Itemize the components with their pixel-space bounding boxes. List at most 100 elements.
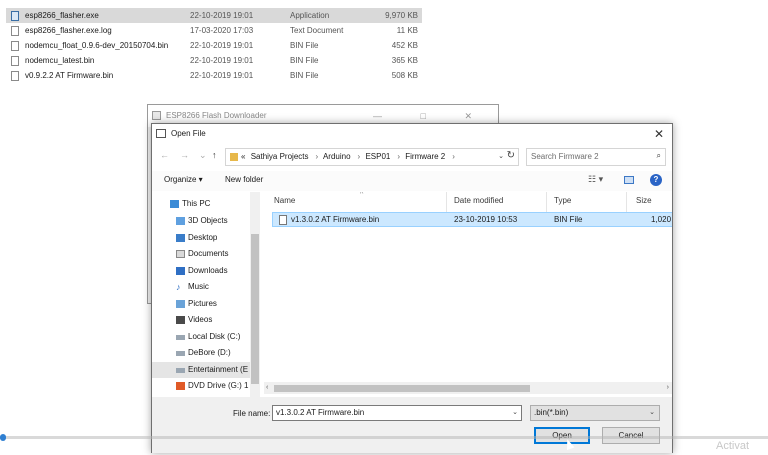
sidebar-item-local-disk[interactable]: Local Disk (C:) bbox=[152, 329, 250, 345]
file-type: Application bbox=[290, 11, 330, 20]
chevron-down-icon[interactable]: ⌄ bbox=[199, 150, 207, 161]
file-row[interactable]: v0.9.2.2 AT Firmware.bin 22-10-2019 19:0… bbox=[6, 68, 422, 83]
text-file-icon bbox=[11, 26, 19, 36]
file-icon bbox=[11, 71, 19, 81]
downloads-icon bbox=[176, 267, 185, 275]
column-header-name[interactable]: Name bbox=[274, 192, 295, 212]
command-bar: Organize ▾ New folder ☷ ▾ ? bbox=[152, 171, 672, 191]
chevron-down-icon[interactable]: ⌄ bbox=[649, 406, 655, 420]
sidebar-item-dvd-drive[interactable]: DVD Drive (G:) 1 bbox=[152, 378, 250, 394]
column-divider[interactable] bbox=[626, 192, 627, 212]
app-icon bbox=[11, 11, 19, 21]
pc-icon bbox=[170, 200, 179, 208]
file-type: Text Document bbox=[290, 26, 344, 35]
scroll-right-icon[interactable]: › bbox=[667, 382, 669, 394]
refresh-icon[interactable]: ↻ bbox=[507, 150, 515, 161]
search-input[interactable]: Search Firmware 2 ⌕ bbox=[526, 148, 666, 166]
flasher-title: ESP8266 Flash Downloader bbox=[166, 111, 267, 120]
file-list: Name ^ Date modified Type Size v1.3.0.2 … bbox=[264, 192, 672, 397]
sidebar-item-pictures[interactable]: Pictures bbox=[152, 296, 250, 312]
help-icon[interactable]: ? bbox=[650, 174, 662, 186]
file-row[interactable]: esp8266_flasher.exe 22-10-2019 19:01 App… bbox=[6, 8, 422, 23]
sidebar-item-documents[interactable]: Documents bbox=[152, 246, 250, 262]
sidebar-item-this-pc[interactable]: This PC bbox=[152, 196, 250, 212]
file-date: 22-10-2019 19:01 bbox=[190, 11, 254, 20]
forward-arrow-icon[interactable]: → bbox=[180, 150, 189, 160]
file-size: 452 KB bbox=[391, 41, 418, 50]
breadcrumb-overflow[interactable]: « bbox=[241, 152, 245, 161]
scrollbar-thumb[interactable] bbox=[251, 234, 259, 384]
sidebar-item-label: DeBore (D:) bbox=[188, 348, 231, 357]
sidebar-item-downloads[interactable]: Downloads bbox=[152, 263, 250, 279]
scroll-left-icon[interactable]: ‹ bbox=[266, 382, 268, 394]
file-type: BIN File bbox=[290, 56, 319, 65]
dialog-titlebar: Open File ✕ bbox=[152, 124, 672, 144]
breadcrumb: « Sathiya Projects › Arduino › ESP01 › Firm… bbox=[241, 152, 455, 161]
close-icon[interactable]: ✕ bbox=[654, 124, 664, 144]
file-name-value: v1.3.0.2 AT Firmware.bin bbox=[276, 408, 365, 417]
file-date: 22-10-2019 19:01 bbox=[190, 41, 254, 50]
back-arrow-icon[interactable]: ← bbox=[160, 150, 169, 160]
chevron-down-icon[interactable]: ⌄ bbox=[498, 152, 504, 160]
file-date: 22-10-2019 19:01 bbox=[190, 71, 254, 80]
dialog-footer: File name: v1.3.0.2 AT Firmware.bin ⌄ .b… bbox=[152, 397, 672, 453]
file-type-select[interactable]: .bin(*.bin) ⌄ bbox=[530, 405, 660, 421]
address-row: ← → ⌄ ↑ « Sathiya Projects › Arduino › ESP… bbox=[152, 146, 672, 168]
view-options-icon[interactable]: ☷ ▾ bbox=[588, 174, 603, 185]
column-divider[interactable] bbox=[546, 192, 547, 212]
sidebar-scrollbar[interactable] bbox=[250, 192, 260, 397]
file-row[interactable]: nodemcu_float_0.9.6-dev_20150704.bin 22-… bbox=[6, 38, 422, 53]
column-header-size[interactable]: Size bbox=[636, 192, 652, 212]
file-list-row[interactable]: v1.3.0.2 AT Firmware.bin 23-10-2019 10:5… bbox=[272, 212, 672, 227]
file-type-value: .bin(*.bin) bbox=[534, 408, 569, 417]
file-name: nodemcu_latest.bin bbox=[25, 56, 95, 65]
sidebar-item-label: This PC bbox=[182, 199, 211, 208]
column-header-type[interactable]: Type bbox=[554, 192, 571, 212]
desktop-icon bbox=[176, 234, 185, 242]
drive-icon bbox=[176, 335, 185, 340]
breadcrumb-item[interactable]: Sathiya Projects bbox=[251, 152, 309, 161]
up-arrow-icon[interactable]: ↑ bbox=[212, 150, 217, 160]
sidebar-item-debore[interactable]: DeBore (D:) bbox=[152, 345, 250, 361]
file-icon bbox=[11, 41, 19, 51]
dvd-icon bbox=[176, 382, 185, 390]
sidebar-item-label: Videos bbox=[188, 315, 213, 324]
chevron-down-icon[interactable]: ⌄ bbox=[512, 406, 518, 420]
preview-pane-icon[interactable] bbox=[624, 176, 634, 184]
activation-watermark: Activat bbox=[716, 440, 750, 452]
video-progress-bar[interactable] bbox=[0, 434, 768, 441]
horizontal-scrollbar[interactable]: ‹ › bbox=[264, 382, 672, 394]
breadcrumb-item[interactable]: ESP01 bbox=[365, 152, 390, 161]
file-name: esp8266_flasher.exe bbox=[25, 11, 99, 20]
breadcrumb-item[interactable]: Firmware 2 bbox=[405, 152, 445, 161]
search-icon: ⌕ bbox=[656, 151, 661, 160]
sidebar-item-3d-objects[interactable]: 3D Objects bbox=[152, 213, 250, 229]
file-name: v1.3.0.2 AT Firmware.bin bbox=[291, 215, 380, 224]
file-icon bbox=[279, 215, 287, 225]
file-date: 22-10-2019 19:01 bbox=[190, 56, 254, 65]
file-type: BIN File bbox=[554, 215, 583, 224]
sidebar-item-videos[interactable]: Videos bbox=[152, 312, 250, 328]
sidebar-item-label: Local Disk (C:) bbox=[188, 332, 241, 341]
address-bar[interactable]: « Sathiya Projects › Arduino › ESP01 › Firm… bbox=[225, 148, 519, 166]
organize-button[interactable]: Organize ▾ bbox=[164, 175, 203, 184]
sidebar-item-music[interactable]: ♪ Music bbox=[152, 279, 250, 295]
file-size: 365 KB bbox=[391, 56, 418, 65]
file-name-input[interactable]: v1.3.0.2 AT Firmware.bin ⌄ bbox=[272, 405, 522, 421]
file-row[interactable]: nodemcu_latest.bin 22-10-2019 19:01 BIN … bbox=[6, 53, 422, 68]
sidebar-item-desktop[interactable]: Desktop bbox=[152, 230, 250, 246]
file-size: 11 KB bbox=[396, 26, 418, 35]
column-divider[interactable] bbox=[446, 192, 447, 212]
drive-icon bbox=[176, 351, 185, 356]
breadcrumb-item[interactable]: Arduino bbox=[323, 152, 351, 161]
new-folder-button[interactable]: New folder bbox=[225, 175, 263, 184]
sidebar-item-label: 3D Objects bbox=[188, 216, 228, 225]
column-header-date[interactable]: Date modified bbox=[454, 192, 503, 212]
progress-knob[interactable] bbox=[0, 434, 6, 441]
file-size: 9,970 KB bbox=[385, 11, 418, 20]
sidebar-item-entertainment[interactable]: Entertainment (E bbox=[152, 362, 250, 378]
file-name: esp8266_flasher.exe.log bbox=[25, 26, 112, 35]
scrollbar-thumb[interactable] bbox=[274, 385, 530, 392]
file-row[interactable]: esp8266_flasher.exe.log 17-03-2020 17:03… bbox=[6, 23, 422, 38]
dialog-title: Open File bbox=[171, 129, 206, 138]
